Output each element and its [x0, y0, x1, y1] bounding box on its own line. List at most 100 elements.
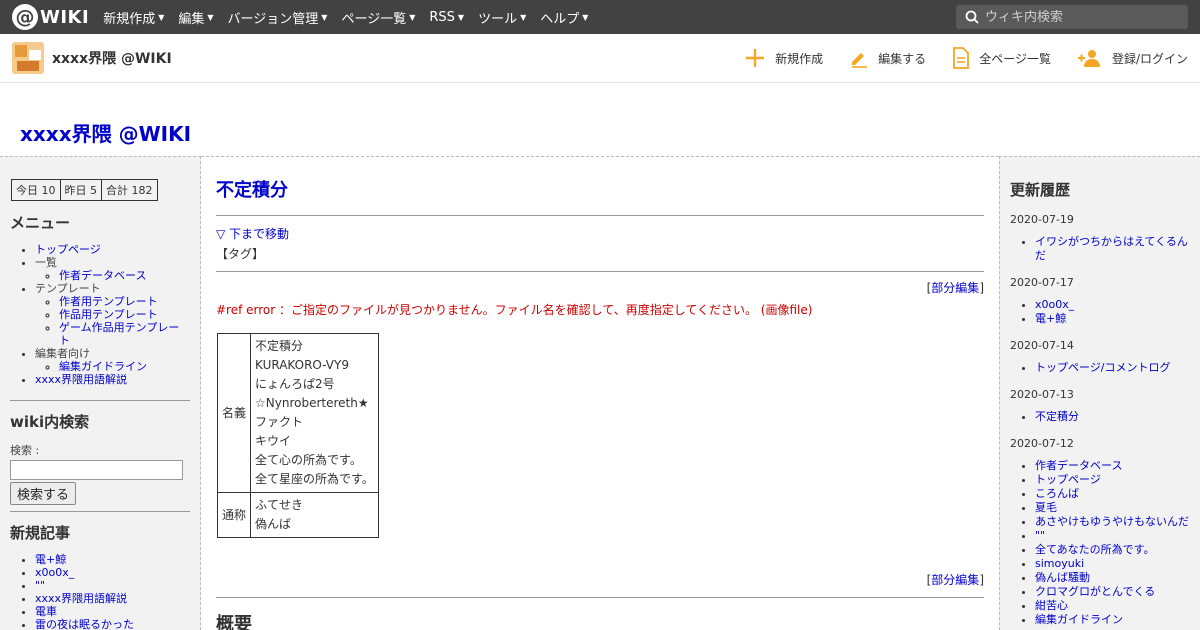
visit-counter: 今日 10 昨日 5 合計 182: [11, 179, 158, 201]
caret-down-icon: ▼: [582, 12, 589, 22]
history-link[interactable]: イワシがつちからはえてくるんだ: [1035, 235, 1188, 262]
sidebar-item-top-page[interactable]: トップページ: [35, 243, 101, 256]
new-article-link[interactable]: xxxx界隈用語解説: [35, 592, 127, 605]
sidebar-item-list: 一覧: [35, 256, 57, 269]
sidebar-item-author-db[interactable]: 作者データベース: [59, 269, 146, 282]
site-logo-image[interactable]: [12, 42, 44, 74]
name-value: キウイ: [255, 434, 292, 448]
sidebar-item-edit-guideline[interactable]: 編集ガイドライン: [59, 360, 147, 373]
history-link[interactable]: 全てあなたの所為です。: [1035, 543, 1155, 556]
jump-to-bottom-text[interactable]: ▽ 下まで移動: [216, 227, 289, 241]
add-user-icon: [1077, 50, 1100, 67]
list-item: あさやけもゆうやけもないんだ: [1035, 515, 1190, 529]
history-link[interactable]: トップページ: [1035, 473, 1101, 486]
list-item: 電車: [35, 605, 190, 618]
history-link[interactable]: 作者データベース: [1035, 459, 1122, 472]
at-sign-icon: @: [12, 4, 38, 30]
new-article-link[interactable]: 雷の夜は眠るかった: [35, 618, 134, 630]
new-page-button[interactable]: 新規作成: [744, 47, 823, 69]
list-item: 偽んば騒動: [1035, 571, 1190, 585]
history-date: 2020-07-19: [1010, 213, 1074, 226]
caret-down-icon: ▼: [158, 12, 165, 22]
sidebar-search-input[interactable]: [10, 460, 183, 480]
history-link[interactable]: 電+鯨: [1035, 312, 1066, 325]
menu-edit[interactable]: 編集 ▼: [178, 8, 213, 27]
history-link[interactable]: 紺苦心: [1035, 599, 1068, 612]
history-list: 不定積分: [1010, 410, 1190, 424]
name-key-cell: 名義: [216, 333, 252, 493]
history-link[interactable]: 夏毛: [1035, 501, 1057, 514]
caret-down-icon: ▼: [207, 12, 214, 22]
new-article-link[interactable]: "": [35, 579, 45, 592]
name-value: 全て心の所為です。: [255, 453, 362, 467]
alias-value: 偽んば: [255, 517, 292, 531]
sidebar-item-author-template[interactable]: 作者用テンプレート: [59, 295, 158, 308]
name-value: 全て星座の所為です。: [255, 472, 374, 486]
menu-new[interactable]: 新規作成 ▼: [103, 8, 164, 27]
info-table: 名義 不定積分 KURAKORO-VY9 にょんろぱ2号 ☆Nynroberte…: [216, 333, 379, 538]
caret-down-icon: ▼: [457, 12, 465, 22]
history-link[interactable]: simoyuki: [1035, 557, 1084, 570]
history-link[interactable]: "": [1035, 529, 1045, 542]
name-value: ☆Nynrobertereth★: [255, 396, 369, 410]
list-item: ころんば: [1035, 487, 1190, 501]
history-link[interactable]: x0o0x_: [1035, 298, 1074, 311]
history-link[interactable]: ころんば: [1035, 487, 1079, 500]
list-item: 作品用テンプレート: [59, 308, 190, 321]
history-link[interactable]: トップページ/コメントログ: [1035, 361, 1171, 374]
aliases-cell: ふてせき 偽んば: [250, 492, 379, 538]
tag-line: 【タグ】: [216, 245, 984, 272]
header-actions: 新規作成 編集する 全ページ一覧 登録/ログイン: [718, 34, 1188, 82]
bracket-close: ]: [979, 573, 984, 587]
history-link[interactable]: 編集ガイドライン: [1035, 613, 1123, 626]
wiki-title-link[interactable]: xxxx界隈 @WIKI: [20, 118, 191, 147]
history-date: 2020-07-12: [1010, 437, 1074, 450]
all-pages-button[interactable]: 全ページ一覧: [952, 47, 1051, 69]
history-date: 2020-07-13: [1010, 388, 1074, 401]
search-button[interactable]: 検索する: [10, 482, 77, 505]
partial-edit-link[interactable]: 部分編集: [931, 281, 979, 295]
menu-tools[interactable]: ツール ▼: [478, 8, 526, 27]
list-item: 作者用テンプレート: [59, 295, 190, 308]
list-item: 紺苦心: [1035, 599, 1190, 613]
sidebar-item-glossary[interactable]: xxxx界隈用語解説: [35, 373, 127, 386]
new-article-link[interactable]: 電+鯨: [35, 553, 66, 566]
register-login-button[interactable]: 登録/ログイン: [1077, 48, 1188, 68]
search-label: 検索 :: [10, 444, 40, 457]
list-item: クロマグロがとんでくる: [1035, 585, 1190, 599]
jump-to-bottom-link[interactable]: ▽ 下まで移動: [216, 225, 984, 242]
page-title[interactable]: 不定積分: [216, 176, 984, 216]
list-item: xxxx界隈用語解説: [35, 592, 190, 605]
menu-pages[interactable]: ページ一覧 ▼: [341, 8, 415, 27]
partial-edit-link[interactable]: 部分編集: [931, 573, 979, 587]
new-article-link[interactable]: x0o0x_: [35, 566, 74, 579]
table-row: 名義 不定積分 KURAKORO-VY9 にょんろぱ2号 ☆Nynroberte…: [216, 333, 379, 493]
history-link[interactable]: 不定積分: [1035, 410, 1079, 423]
name-value: KURAKORO-VY9: [255, 358, 349, 372]
atwiki-logo[interactable]: @ WIKI: [12, 4, 89, 30]
name-value: にょんろぱ2号: [255, 377, 335, 391]
wiki-search-input[interactable]: [985, 9, 1175, 25]
list-item: 作者データベース: [59, 269, 190, 282]
list-item: 編集ガイドライン: [59, 360, 190, 373]
sidebar-item-game-template[interactable]: ゲーム作品用テンプレート: [59, 321, 179, 347]
names-cell: 不定積分 KURAKORO-VY9 にょんろぱ2号 ☆Nynroberteret…: [250, 333, 379, 493]
search-icon[interactable]: [965, 10, 979, 24]
menu-help[interactable]: ヘルプ ▼: [540, 8, 588, 27]
sidebar-item-work-template[interactable]: 作品用テンプレート: [59, 308, 158, 321]
history-link[interactable]: クロマグロがとんでくる: [1035, 585, 1155, 598]
plus-icon: [746, 49, 765, 67]
wiki-search-box: [956, 5, 1188, 29]
new-article-link[interactable]: 電車: [35, 605, 57, 618]
edit-page-button[interactable]: 編集する: [849, 48, 926, 68]
new-articles-heading: 新規記事: [10, 524, 71, 542]
menu-version[interactable]: バージョン管理 ▼: [228, 8, 328, 27]
list-item: 作者データベース: [1035, 459, 1190, 473]
history-list: トップページ/コメントログ: [1010, 361, 1190, 375]
partial-edit: [部分編集]: [216, 279, 984, 296]
partial-edit: [部分編集]: [216, 571, 984, 598]
history-link[interactable]: 偽んば騒動: [1035, 571, 1090, 584]
site-name[interactable]: xxxx界隈 @WIKI: [52, 48, 172, 68]
menu-rss[interactable]: RSS ▼: [429, 8, 464, 27]
history-link[interactable]: あさやけもゆうやけもないんだ: [1035, 515, 1189, 528]
